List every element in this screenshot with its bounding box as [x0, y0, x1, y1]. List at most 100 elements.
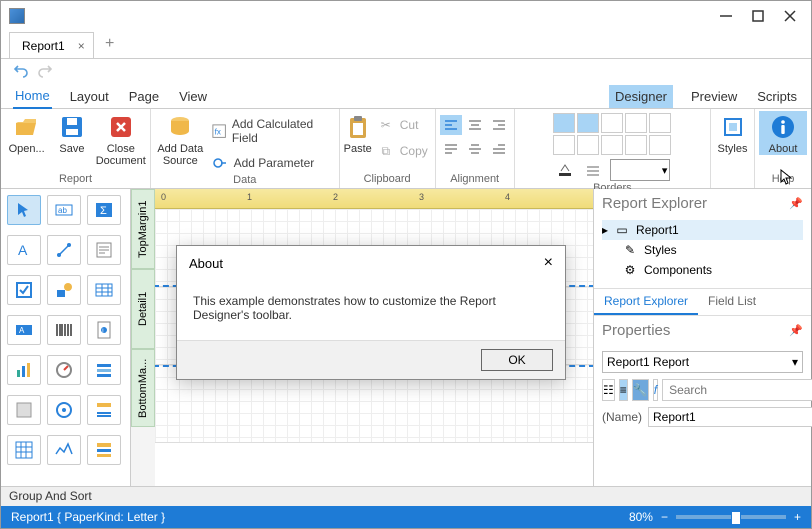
undo-icon[interactable] [13, 63, 29, 79]
tree-node-components[interactable]: ⚙ Components [602, 260, 803, 280]
border-width-button[interactable] [582, 160, 604, 180]
gauge-tool[interactable] [47, 355, 81, 385]
barcode-tool[interactable] [47, 315, 81, 345]
checkbox-tool[interactable] [7, 275, 41, 305]
pageinfo-tool[interactable]: i [87, 315, 121, 345]
close-icon[interactable]: × [78, 39, 85, 53]
chart-tool[interactable] [7, 355, 41, 385]
sparkline-tool[interactable] [47, 435, 81, 465]
window-close-button[interactable] [783, 9, 797, 23]
close-document-button[interactable]: Close Document [96, 111, 146, 167]
favorites-button[interactable]: 🔧 [632, 379, 649, 401]
object-selector-combo[interactable]: Report1 Report ▾ [602, 351, 803, 373]
save-button[interactable]: Save [50, 111, 93, 155]
border-inner-button[interactable] [601, 135, 623, 155]
pin-icon[interactable]: 📌 [789, 324, 803, 337]
text-tool[interactable]: A [7, 235, 41, 265]
label-tool[interactable]: ab [47, 195, 81, 225]
database-icon [166, 113, 194, 141]
crossband-tool[interactable] [87, 355, 121, 385]
group-and-sort-panel[interactable]: Group And Sort [1, 486, 811, 506]
band-detail[interactable]: Detail1 [131, 269, 155, 349]
align-top-button[interactable] [440, 139, 462, 159]
document-tab[interactable]: Report1 × [9, 32, 94, 58]
circle-gauge-tool[interactable] [47, 395, 81, 425]
align-middle-button[interactable] [464, 139, 486, 159]
status-text: Report1 { PaperKind: Letter } [11, 510, 165, 524]
border-color-button[interactable] [554, 160, 576, 180]
paste-button[interactable]: Paste [344, 111, 372, 155]
align-bottom-button[interactable] [488, 139, 510, 159]
ribbon-tab-home[interactable]: Home [13, 84, 52, 109]
ribbon-tab-page[interactable]: Page [127, 85, 161, 108]
group-label-data: Data [155, 173, 335, 187]
border-style-combo[interactable]: ▾ [610, 159, 670, 181]
mode-tab-designer[interactable]: Designer [609, 85, 673, 108]
add-parameter-button[interactable]: Add Parameter [208, 153, 335, 173]
property-search-input[interactable] [662, 379, 812, 401]
border-top-button[interactable] [601, 113, 623, 133]
band-bottom-margin[interactable]: BottomMa... [131, 349, 155, 427]
zoom-out-button[interactable]: − [661, 510, 668, 524]
add-calculated-field-button[interactable]: fx Add Calculated Field [208, 115, 335, 147]
character-comb-tool[interactable]: A [7, 315, 41, 345]
mode-tab-scripts[interactable]: Scripts [755, 85, 799, 108]
minimize-button[interactable] [719, 9, 733, 23]
border-right-button[interactable] [553, 135, 575, 155]
crossband2-tool[interactable] [87, 395, 121, 425]
add-data-source-button[interactable]: Add Data Source [155, 111, 206, 167]
cut-button[interactable]: ✂ Cut [374, 115, 432, 135]
copy-icon: ⧉ [378, 143, 394, 159]
mode-tab-preview[interactable]: Preview [689, 85, 739, 108]
tree-node-report[interactable]: ▸ ▭ Report1 [602, 220, 803, 240]
open-button[interactable]: Open... [5, 111, 48, 155]
panel-tool[interactable] [7, 395, 41, 425]
matrix-tool[interactable] [7, 435, 41, 465]
add-tab-button[interactable]: + [98, 32, 122, 56]
align-center-button[interactable] [464, 115, 486, 135]
subtab-field-list[interactable]: Field List [698, 289, 766, 315]
crossband3-tool[interactable] [87, 435, 121, 465]
align-left-button[interactable] [440, 115, 462, 135]
align-right-button[interactable] [488, 115, 510, 135]
gear-icon: ⚙ [622, 262, 638, 278]
svg-text:A: A [18, 242, 28, 258]
zoom-in-button[interactable]: + [794, 510, 801, 524]
table-tool[interactable] [87, 275, 121, 305]
band-top-margin[interactable]: TopMargin1 [131, 189, 155, 269]
pointer-tool[interactable] [7, 195, 41, 225]
ok-button[interactable]: OK [481, 349, 553, 371]
pin-icon[interactable]: 📌 [789, 197, 803, 210]
border-outer-button[interactable] [577, 135, 599, 155]
shape-tool[interactable] [47, 275, 81, 305]
zoom-value: 80% [629, 510, 653, 524]
redo-icon[interactable] [37, 63, 53, 79]
border-horz-button[interactable] [625, 135, 647, 155]
titlebar [1, 1, 811, 31]
dialog-close-button[interactable]: × [544, 254, 553, 272]
alphabetical-button[interactable]: ≡ [619, 379, 628, 401]
styles-button[interactable]: Styles [715, 111, 750, 155]
zoom-slider[interactable] [676, 515, 786, 519]
about-button[interactable]: About [759, 111, 807, 155]
richtext-tool[interactable] [87, 235, 121, 265]
border-left-button[interactable] [649, 113, 671, 133]
sum-tool[interactable]: Σ [87, 195, 121, 225]
border-none-button[interactable] [553, 113, 575, 133]
border-bottom-button[interactable] [625, 113, 647, 133]
ribbon-tab-view[interactable]: View [177, 85, 209, 108]
ribbon-tab-layout[interactable]: Layout [68, 85, 111, 108]
subtab-report-explorer[interactable]: Report Explorer [594, 289, 698, 315]
tree-node-styles[interactable]: ✎ Styles [602, 240, 803, 260]
categorized-button[interactable]: ☷ [602, 379, 615, 401]
line-tool[interactable] [47, 235, 81, 265]
border-all-button[interactable] [577, 113, 599, 133]
svg-text:Σ: Σ [100, 205, 107, 217]
svg-text:fx: fx [214, 128, 220, 137]
border-vert-button[interactable] [649, 135, 671, 155]
expression-button[interactable]: f [653, 379, 658, 401]
property-value-input[interactable] [648, 407, 812, 427]
maximize-button[interactable] [751, 9, 765, 23]
expander-icon[interactable]: ▸ [602, 223, 608, 237]
copy-button[interactable]: ⧉ Copy [374, 141, 432, 161]
